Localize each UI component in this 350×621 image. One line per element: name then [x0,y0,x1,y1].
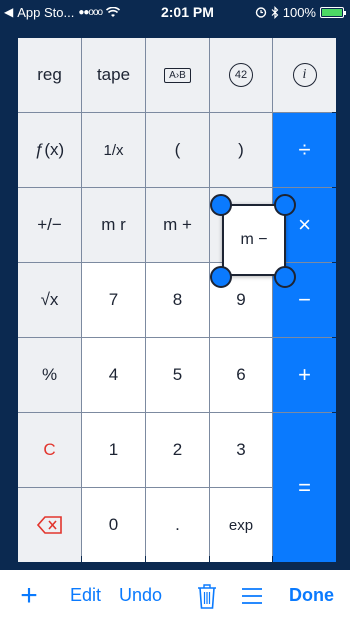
open-paren-key[interactable]: ( [146,113,209,187]
carrier-label[interactable]: App Sto... [17,5,74,20]
add-key[interactable]: + [273,338,336,412]
add-button[interactable]: + [14,580,44,611]
digit-6-key[interactable]: 6 [210,338,272,412]
status-bar: ◀ App Sto... ●●ooo 2:01 PM 100% [0,0,350,24]
convert-key-label: A›B [164,67,191,83]
signal-icon: ●●ooo [78,6,103,18]
status-right: 100% [255,4,346,20]
menu-button[interactable] [241,587,263,605]
decimal-key[interactable]: . [146,488,209,562]
resize-handle-bottom-left[interactable] [210,266,232,288]
digit-7-key[interactable]: 7 [82,263,145,337]
resize-handle-bottom-right[interactable] [274,266,296,288]
digit-3-key[interactable]: 3 [210,413,272,487]
memory-plus-key[interactable]: m + [146,188,209,262]
reg-key[interactable]: reg [18,38,81,112]
digit-5-key[interactable]: 5 [146,338,209,412]
trash-button[interactable] [197,583,217,609]
function-key[interactable]: ƒ(x) [18,113,81,187]
resize-handle-top-right[interactable] [274,194,296,216]
equals-key[interactable]: = [273,413,336,562]
divide-key[interactable]: ÷ [273,113,336,187]
undo-button[interactable]: Undo [119,585,162,606]
backspace-icon [36,516,62,534]
status-left: ◀ App Sto... ●●ooo [4,5,121,20]
edit-button[interactable]: Edit [70,585,101,606]
resize-handle-top-left[interactable] [210,194,232,216]
sqrt-key[interactable]: √x [18,263,81,337]
percent-key[interactable]: % [18,338,81,412]
trash-icon [198,583,217,609]
constant-key-label: 42 [229,63,253,87]
exp-key[interactable]: exp [210,488,272,562]
digit-8-key[interactable]: 8 [146,263,209,337]
backspace-key[interactable] [18,488,81,562]
digit-4-key[interactable]: 4 [82,338,145,412]
plus-minus-key[interactable]: +/− [18,188,81,262]
status-time: 2:01 PM [160,4,214,20]
close-paren-key[interactable]: ) [210,113,272,187]
digit-0-key[interactable]: 0 [82,488,145,562]
battery-percent: 100% [282,4,316,20]
bluetooth-icon [271,5,279,19]
info-key[interactable]: i [273,38,336,112]
bottom-toolbar: + Edit Undo Done [0,570,350,621]
digit-2-key[interactable]: 2 [146,413,209,487]
menu-icon [242,587,263,604]
selected-memory-minus-key[interactable]: m − [222,204,286,276]
back-arrow-icon[interactable]: ◀ [4,5,13,19]
tape-key[interactable]: tape [82,38,145,112]
memory-recall-key[interactable]: m r [82,188,145,262]
reciprocal-key[interactable]: 1/x [82,113,145,187]
clear-key[interactable]: C [18,413,81,487]
digit-1-key[interactable]: 1 [82,413,145,487]
calculator-keypad: reg tape A›B 42 i ƒ(x) 1/x ( ) ÷ +/− m r… [18,38,336,562]
wifi-icon [106,6,121,17]
constant-key[interactable]: 42 [210,38,272,112]
done-button[interactable]: Done [289,585,334,606]
battery-icon [319,6,346,18]
info-icon: i [292,63,317,87]
convert-key[interactable]: A›B [146,38,209,112]
alarm-icon [255,7,266,18]
